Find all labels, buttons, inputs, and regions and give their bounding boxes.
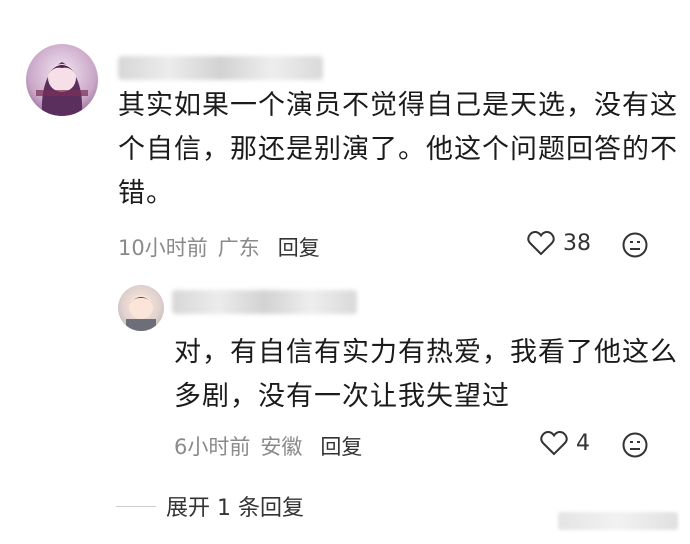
reply-username-blurred[interactable] [172,290,357,314]
emoji-dislike-icon [622,432,648,458]
reply-dislike-button[interactable] [622,432,648,462]
expand-replies-label: 展开 1 条回复 [166,496,304,521]
comment-location: 广东 [217,236,260,260]
like-button[interactable]: 38 [527,230,591,256]
comment-text-line: 个自信，那还是别演了。他这个问题回答的不 [118,134,678,165]
heart-icon [527,230,555,256]
expand-divider [116,505,156,507]
comment-text-line: 错。 [118,178,174,209]
heart-icon [540,430,568,456]
reply-text-line: 多剧，没有一次让我失望过 [174,381,510,412]
reply-reply-button[interactable]: 回复 [320,431,362,461]
like-count: 38 [563,230,591,256]
watermark-blurred [558,512,678,530]
reply-avatar[interactable] [118,285,164,331]
comment-meta: 10小时前 广东 回复 [118,232,320,262]
reply-like-count: 4 [576,430,590,456]
comment-time: 10小时前 [118,236,208,260]
expand-replies-button[interactable]: 展开 1 条回复 [116,490,304,522]
reply-meta: 6小时前 安徽 回复 [174,431,362,461]
dislike-button[interactable] [622,232,648,262]
avatar[interactable] [26,44,98,116]
reply-button[interactable]: 回复 [278,232,320,262]
comment-text: 其实如果一个演员不觉得自己是天选，没有这 个自信，那还是别演了。他这个问题回答的… [118,84,678,216]
reply-text-line: 对，有自信有实力有热爱，我看了他这么 [174,337,678,368]
reply-time: 6小时前 [174,435,251,459]
username-blurred[interactable] [118,56,323,80]
reply-text: 对，有自信有实力有热爱，我看了他这么 多剧，没有一次让我失望过 [174,331,678,419]
reply-like-button[interactable]: 4 [540,430,590,456]
reply-location: 安徽 [260,435,303,459]
comment-text-line: 其实如果一个演员不觉得自己是天选，没有这 [118,90,678,121]
emoji-dislike-icon [622,232,648,258]
